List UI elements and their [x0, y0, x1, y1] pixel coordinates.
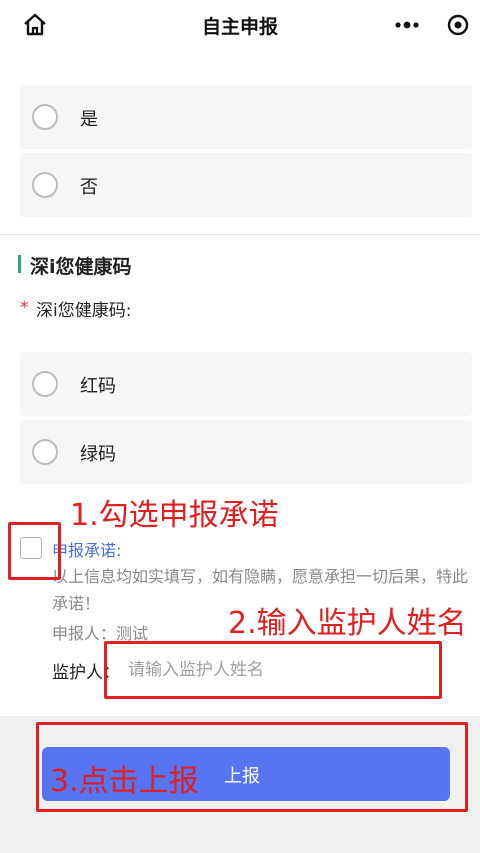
option-green-code[interactable]: 绿码	[20, 420, 472, 484]
annotation-step1: 1.勾选申报承诺	[70, 498, 279, 533]
radio-red-code[interactable]	[32, 371, 58, 397]
option-no[interactable]: 否	[20, 153, 472, 217]
radio-no[interactable]	[32, 172, 58, 198]
option-no-label: 否	[80, 177, 98, 198]
option-red-code[interactable]: 红码	[20, 352, 472, 416]
annotation-step3: 3.点击上报	[50, 764, 199, 799]
nav-header: 自主申报	[0, 0, 480, 50]
required-mark: *	[20, 298, 29, 318]
option-red-code-label: 红码	[80, 376, 116, 397]
radio-yes[interactable]	[32, 104, 58, 130]
annotation-step2: 2.输入监护人姓名	[228, 606, 467, 641]
annotation-box-checkbox	[8, 522, 61, 580]
section-title: 深i您健康码	[30, 256, 132, 278]
option-yes[interactable]: 是	[20, 85, 472, 149]
capsule-close-icon[interactable]	[446, 13, 470, 37]
health-code-label: 深i您健康码:	[36, 301, 132, 321]
promise-title[interactable]: 申报承诺:	[52, 537, 121, 561]
option-green-code-label: 绿码	[80, 444, 116, 465]
section-divider	[0, 234, 480, 235]
page: 自主申报 是 否 深i您健康码 * 深i您健康码: 红码 绿码 申报承诺: 以上…	[0, 0, 480, 853]
section-accent-bar	[18, 255, 21, 273]
option-yes-label: 是	[80, 109, 98, 130]
radio-green-code[interactable]	[32, 439, 58, 465]
more-icon[interactable]	[394, 21, 420, 29]
annotation-box-guardian	[104, 641, 442, 699]
